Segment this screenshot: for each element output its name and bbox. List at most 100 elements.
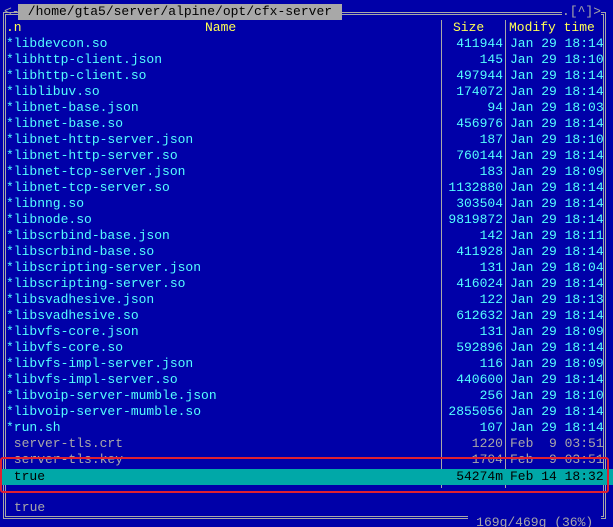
file-row[interactable]: *libscrbind-base.so 411928 Jan 29 18:14 bbox=[0, 244, 613, 260]
file-modify-time: Jan 29 18:14 bbox=[510, 340, 604, 355]
file-name: *libhttp-client.json bbox=[6, 52, 163, 67]
file-row[interactable]: *libsvadhesive.so 612632 Jan 29 18:14 bbox=[0, 308, 613, 324]
file-name: *libvfs-core.so bbox=[6, 340, 124, 355]
file-name: *libvfs-impl-server.json bbox=[6, 356, 194, 371]
current-path[interactable]: /home/gta5/server/alpine/opt/cfx-server bbox=[18, 4, 342, 20]
file-modify-time: Jan 29 18:14 bbox=[510, 148, 604, 163]
status-selected-name: true bbox=[14, 500, 46, 515]
file-modify-time: Jan 29 18:14 bbox=[510, 420, 604, 435]
file-row[interactable]: *libnet-tcp-server.so 1132880 Jan 29 18:14 bbox=[0, 180, 613, 196]
file-name: *libnet-tcp-server.so bbox=[6, 180, 170, 195]
file-row[interactable]: *libhttp-client.json 145 Jan 29 18:10 bbox=[0, 52, 613, 68]
file-modify-time: Jan 29 18:10 bbox=[510, 132, 604, 147]
file-name: *libnode.so bbox=[6, 212, 92, 227]
file-name: *libvfs-core.json bbox=[6, 324, 139, 339]
file-row[interactable]: *libsvadhesive.json 122 Jan 29 18:13 bbox=[0, 292, 613, 308]
file-name: *libscripting-server.json bbox=[6, 260, 202, 275]
file-row[interactable]: *libvfs-impl-server.json 116 Jan 29 18:09 bbox=[0, 356, 613, 372]
file-size: 760144 bbox=[456, 148, 503, 163]
file-size: 94 bbox=[487, 100, 503, 115]
file-name: *libnet-base.so bbox=[6, 116, 124, 131]
file-modify-time: Jan 29 18:09 bbox=[510, 356, 604, 371]
column-header-size[interactable]: Size bbox=[453, 20, 484, 36]
file-name: *libscrbind-base.json bbox=[6, 228, 170, 243]
file-size: 1132880 bbox=[448, 180, 503, 195]
file-modify-time: Jan 29 18:10 bbox=[510, 388, 604, 403]
file-size: 145 bbox=[479, 52, 503, 67]
highlight-annotation-box bbox=[0, 457, 609, 493]
column-header-name[interactable]: Name bbox=[205, 20, 236, 36]
file-row[interactable]: *libnet-tcp-server.json 183 Jan 29 18:09 bbox=[0, 164, 613, 180]
file-size: 107 bbox=[479, 420, 503, 435]
file-modify-time: Jan 29 18:14 bbox=[510, 84, 604, 99]
file-row[interactable]: *liblibuv.so 174072 Jan 29 18:14 bbox=[0, 84, 613, 100]
file-list: *libdevcon.so 411944 Jan 29 18:14 *libhttp-… bbox=[0, 36, 613, 485]
file-row[interactable]: *libnet-http-server.so 760144 Jan 29 18:14 bbox=[0, 148, 613, 164]
file-row[interactable]: *libvoip-server-mumble.so 2855056 Jan 29 1… bbox=[0, 404, 613, 420]
file-name: *libnet-tcp-server.json bbox=[6, 164, 186, 179]
file-size: 131 bbox=[479, 260, 503, 275]
file-row[interactable]: *libhttp-client.so 497944 Jan 29 18:14 bbox=[0, 68, 613, 84]
file-row[interactable]: *libdevcon.so 411944 Jan 29 18:14 bbox=[0, 36, 613, 52]
file-row[interactable]: *libvoip-server-mumble.json 256 Jan 29 18:… bbox=[0, 388, 613, 404]
file-row[interactable]: *libvfs-core.so 592896 Jan 29 18:14 bbox=[0, 340, 613, 356]
file-name: *libsvadhesive.json bbox=[6, 292, 155, 307]
file-modify-time: Jan 29 18:14 bbox=[510, 372, 604, 387]
file-modify-time: Jan 29 18:14 bbox=[510, 196, 604, 211]
file-modify-time: Jan 29 18:14 bbox=[510, 212, 604, 227]
panel-corner-right[interactable]: .[^]> bbox=[561, 4, 601, 20]
file-row[interactable]: *libvfs-core.json 131 Jan 29 18:09 bbox=[0, 324, 613, 340]
file-size: 592896 bbox=[456, 340, 503, 355]
file-size: 174072 bbox=[456, 84, 503, 99]
file-row[interactable]: *libnng.so 303504 Jan 29 18:14 bbox=[0, 196, 613, 212]
file-name: *libnet-http-server.so bbox=[6, 148, 178, 163]
file-size: 116 bbox=[479, 356, 503, 371]
file-name: *libnng.so bbox=[6, 196, 85, 211]
file-size: 416024 bbox=[456, 276, 503, 291]
file-size: 440600 bbox=[456, 372, 503, 387]
file-modify-time: Jan 29 18:13 bbox=[510, 292, 604, 307]
file-size: 131 bbox=[479, 324, 503, 339]
file-size: 2855056 bbox=[448, 404, 503, 419]
file-row[interactable]: *libnet-http-server.json 187 Jan 29 18:10 bbox=[0, 132, 613, 148]
file-row[interactable]: *libnet-base.json 94 Jan 29 18:03 bbox=[0, 100, 613, 116]
file-modify-time: Jan 29 18:14 bbox=[510, 36, 604, 51]
file-row[interactable]: *libvfs-impl-server.so 440600 Jan 29 18:14 bbox=[0, 372, 613, 388]
file-name: *libvoip-server-mumble.so bbox=[6, 404, 202, 419]
file-size: 612632 bbox=[456, 308, 503, 323]
file-modify-time: Jan 29 18:14 bbox=[510, 308, 604, 323]
file-modify-time: Jan 29 18:09 bbox=[510, 324, 604, 339]
file-row[interactable]: server-tls.crt 1220 Feb 9 03:51 bbox=[0, 436, 613, 452]
file-row[interactable]: *libnode.so 9819872 Jan 29 18:14 bbox=[0, 212, 613, 228]
file-size: 497944 bbox=[456, 68, 503, 83]
file-row[interactable]: *libscripting-server.so 416024 Jan 29 18:1… bbox=[0, 276, 613, 292]
file-modify-time: Jan 29 18:10 bbox=[510, 52, 604, 67]
file-size: 411944 bbox=[456, 36, 503, 51]
file-name: *libnet-http-server.json bbox=[6, 132, 194, 147]
file-modify-time: Jan 29 18:14 bbox=[510, 180, 604, 195]
file-modify-time: Jan 29 18:14 bbox=[510, 244, 604, 259]
file-size: 456976 bbox=[456, 116, 503, 131]
file-size: 187 bbox=[479, 132, 503, 147]
file-row[interactable]: *libscripting-server.json 131 Jan 29 18:04 bbox=[0, 260, 613, 276]
file-row[interactable]: *run.sh 107 Jan 29 18:14 bbox=[0, 420, 613, 436]
sort-indicator[interactable]: .n bbox=[6, 20, 22, 36]
file-row[interactable]: *libscrbind-base.json 142 Jan 29 18:11 bbox=[0, 228, 613, 244]
file-size: 183 bbox=[479, 164, 503, 179]
file-name: *libvfs-impl-server.so bbox=[6, 372, 178, 387]
file-name: *libvoip-server-mumble.json bbox=[6, 388, 217, 403]
file-modify-time: Jan 29 18:14 bbox=[510, 404, 604, 419]
file-size: 303504 bbox=[456, 196, 503, 211]
file-size: 411928 bbox=[456, 244, 503, 259]
file-size: 142 bbox=[479, 228, 503, 243]
file-modify-time: Jan 29 18:09 bbox=[510, 164, 604, 179]
file-name: *libscrbind-base.so bbox=[6, 244, 155, 259]
file-name: *libdevcon.so bbox=[6, 36, 108, 51]
file-row[interactable]: *libnet-base.so 456976 Jan 29 18:14 bbox=[0, 116, 613, 132]
file-modify-time: Jan 29 18:14 bbox=[510, 68, 604, 83]
column-header-modify-time[interactable]: Modify time bbox=[509, 20, 595, 36]
file-name: *libnet-base.json bbox=[6, 100, 139, 115]
file-modify-time: Jan 29 18:03 bbox=[510, 100, 604, 115]
file-panel: <- /home/gta5/server/alpine/opt/cfx-serv… bbox=[0, 0, 613, 527]
file-modify-time: Jan 29 18:04 bbox=[510, 260, 604, 275]
